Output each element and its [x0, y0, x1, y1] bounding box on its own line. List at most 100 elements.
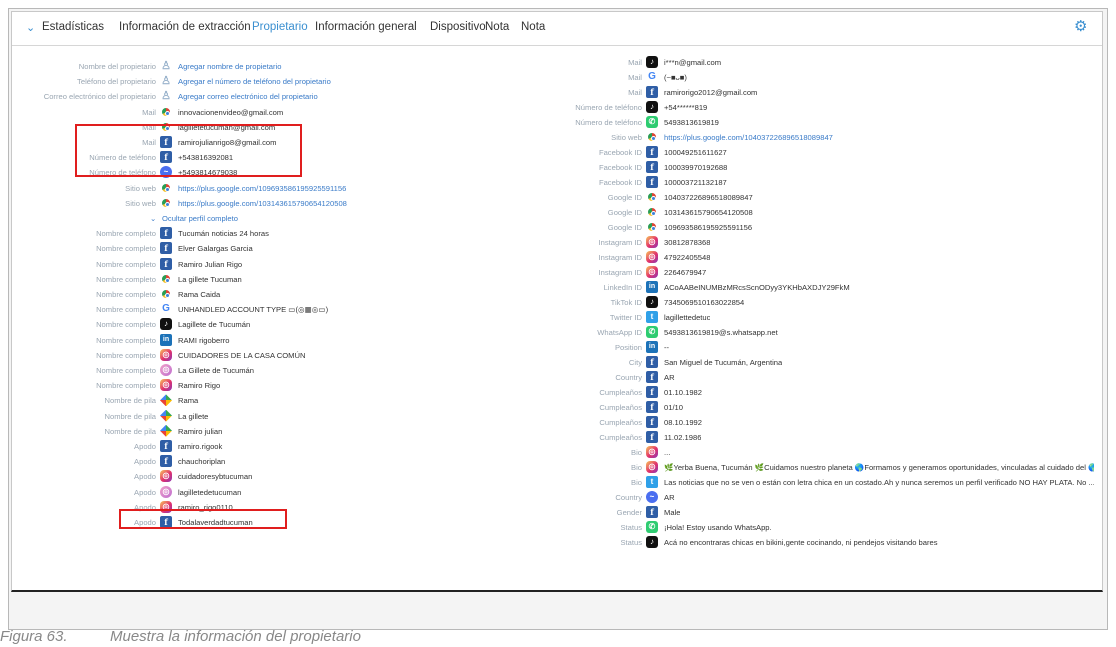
- field-value: innovacionenvideo@gmail.com: [178, 107, 284, 117]
- field-label: Facebook ID: [598, 163, 642, 172]
- field-value: 01.10.1982: [664, 388, 703, 397]
- field-value: Ramiro Rigo: [178, 381, 221, 391]
- field-value: ACoAABeINUMBzMRcsScnODyy3YKHbAXDJY29FkM: [664, 283, 850, 292]
- tab-bar: ⌄ Estadísticas Información de extracción…: [12, 12, 1102, 46]
- caption-text: Muestra la información del propietario: [110, 628, 361, 645]
- chrome-icon: [646, 131, 658, 143]
- gear-icon[interactable]: ⚙: [1074, 19, 1090, 35]
- field-value: 109693586195925591156: [664, 223, 753, 232]
- value-link[interactable]: https://plus.google.com/1031436157906541…: [178, 197, 347, 210]
- field-label: Google ID: [607, 193, 642, 202]
- instagram-icon: ◎: [646, 236, 658, 248]
- tab-informacion-extraccion[interactable]: Información de extracción: [119, 21, 251, 33]
- owner-panel: ⌄ Estadísticas Información de extracción…: [11, 11, 1103, 592]
- field-label: Nombre completo: [96, 290, 156, 299]
- facebook-icon: f: [160, 440, 172, 452]
- field-value: 08.10.1992: [664, 418, 703, 427]
- field-label: Nombre de pila: [104, 426, 157, 436]
- google-photos-icon: [160, 424, 172, 437]
- tab-informacion-general[interactable]: Información general: [315, 21, 417, 33]
- field-value: --: [664, 343, 670, 352]
- field-label: Status: [620, 523, 642, 532]
- field-value: UNHANDLED ACCOUNT TYPE ▭(◎▦◎▭): [178, 305, 329, 315]
- field-value: La gillete: [178, 411, 209, 421]
- field-value: CUIDADORES DE LA CASA COMÚN: [178, 350, 306, 360]
- field-label: Nombre completo: [96, 320, 156, 330]
- whatsapp-icon: ✆: [646, 326, 658, 338]
- whatsapp-icon: ✆: [646, 116, 658, 128]
- field-label: Nombre completo: [96, 274, 156, 284]
- field-label: Apodo: [134, 487, 156, 497]
- field-value: ¡Hola! Estoy usando WhatsApp.: [664, 523, 772, 532]
- field-label: Instagram ID: [598, 238, 642, 247]
- field-label: Nombre completo: [96, 259, 156, 269]
- field-label: Google ID: [607, 223, 642, 232]
- facebook-icon: f: [646, 146, 658, 158]
- field-value: 7345069510163022854: [664, 298, 745, 307]
- field-value: i***n@gmail.com: [664, 58, 722, 67]
- field-label: WhatsApp ID: [597, 328, 642, 337]
- field-label: Mail: [628, 88, 642, 97]
- field-label: Cumpleaños: [599, 403, 642, 412]
- chrome-icon: [646, 206, 658, 218]
- facebook-icon: f: [646, 356, 658, 368]
- facebook-icon: f: [646, 176, 658, 188]
- field-label: Country: [615, 493, 642, 502]
- field-label: Apodo: [134, 442, 156, 451]
- user-add-icon: ♙: [161, 75, 171, 88]
- value-link[interactable]: Agregar nombre de propietario: [178, 60, 281, 73]
- field-label: Nombre de pila: [104, 411, 157, 421]
- field-label: City: [628, 358, 642, 367]
- value-link[interactable]: https://plus.google.com/1096935861959255…: [178, 182, 346, 195]
- chrome-icon: [646, 221, 658, 233]
- field-label: Twitter ID: [609, 313, 642, 322]
- value-link[interactable]: Agregar el número de teléfono del propie…: [178, 75, 331, 88]
- user-add-icon: ♙: [161, 90, 171, 103]
- tiktok-icon: ♪: [646, 296, 658, 308]
- field-value: ramirorigo2012@gmail.com: [664, 88, 758, 97]
- facebook-icon: f: [646, 161, 658, 173]
- field-value: RAMI rigoberro: [178, 335, 230, 345]
- google-icon: G: [648, 71, 656, 82]
- facebook-icon: f: [646, 371, 658, 383]
- field-value: Tucumán noticias 24 horas: [178, 229, 269, 239]
- value-link[interactable]: https://plus.google.com/1040372268965180…: [664, 131, 833, 144]
- field-value: Ramiro julian: [178, 426, 223, 436]
- tiktok-icon: ♪: [646, 56, 658, 68]
- tab-estadisticas[interactable]: Estadísticas: [42, 21, 104, 33]
- field-value: 30812878368: [664, 238, 711, 247]
- facebook-icon: f: [160, 257, 172, 270]
- twitter-icon: t: [646, 311, 658, 323]
- value-link[interactable]: Agregar correo electrónico del propietar…: [178, 90, 318, 103]
- instagram-icon: ◎: [646, 446, 658, 458]
- linkedin-icon: in: [646, 281, 658, 293]
- chevron-down-icon[interactable]: ⌄: [150, 212, 156, 225]
- field-label: Nombre completo: [96, 244, 156, 254]
- field-value: San Miguel de Tucumán, Argentina: [664, 358, 783, 367]
- facebook-icon: f: [646, 386, 658, 398]
- field-label: Correo electrónico del propietario: [43, 92, 156, 102]
- tab-nota-2[interactable]: Nota: [521, 21, 545, 33]
- chevron-down-icon[interactable]: ⌄: [26, 21, 35, 34]
- field-value: Elver Galargas Garcia: [178, 244, 253, 254]
- field-label: LinkedIn ID: [603, 283, 642, 292]
- field-value: ...: [664, 448, 671, 457]
- highlight-box-contacts: [75, 124, 302, 177]
- field-label: Sitio web: [125, 198, 156, 208]
- messenger-icon: ~: [646, 491, 658, 503]
- field-label: Nombre completo: [96, 381, 156, 391]
- tab-dispositivo[interactable]: Dispositivo: [430, 21, 486, 33]
- field-label: Mail: [628, 58, 642, 67]
- toggle-full-profile-link[interactable]: Ocultar perfil completo: [162, 212, 238, 225]
- tab-nota[interactable]: Nota: [485, 21, 509, 33]
- tiktok-icon: ♪: [646, 101, 658, 113]
- field-value: 100003721132187: [664, 178, 727, 187]
- field-value: Rama Caida: [178, 290, 221, 299]
- instagram-icon: ◎: [160, 379, 172, 392]
- instagram-multi-icon: ◎: [160, 364, 172, 376]
- tiktok-icon: ♪: [160, 318, 172, 331]
- twitter-icon: t: [646, 476, 658, 488]
- tab-propietario[interactable]: Propietario: [252, 21, 308, 33]
- app-window: ⌄ Estadísticas Información de extracción…: [8, 8, 1108, 630]
- field-value: 11.02.1986: [664, 433, 702, 442]
